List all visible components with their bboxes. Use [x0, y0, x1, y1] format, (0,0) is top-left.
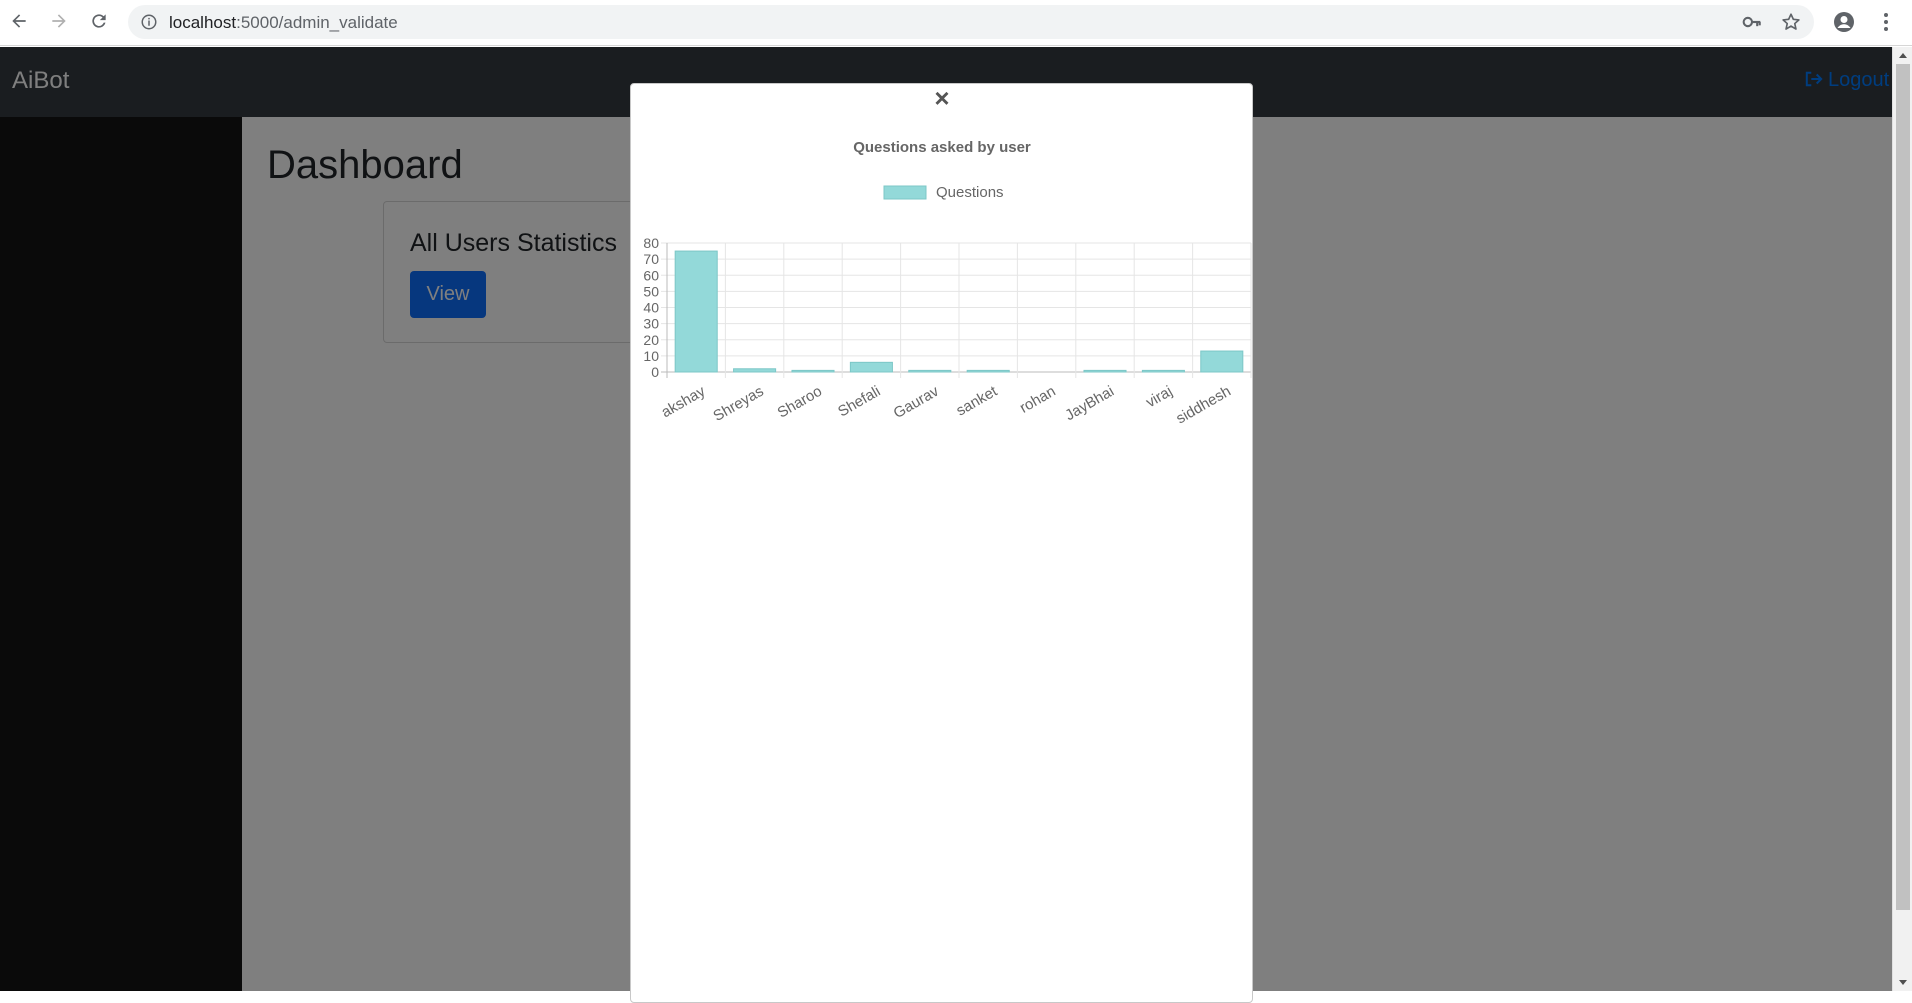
kebab-menu-icon[interactable]: [1874, 10, 1898, 34]
bar: [1083, 369, 1127, 373]
legend-label: Questions: [936, 184, 1004, 201]
y-tick-label: 0: [651, 364, 659, 380]
browser-toolbar: localhost:5000/admin_validate: [0, 0, 1912, 46]
x-tick-label: JayBhai: [1062, 383, 1117, 424]
y-tick-label: 70: [643, 251, 659, 267]
profile-icon[interactable]: [1832, 10, 1856, 34]
y-tick-label: 20: [643, 332, 659, 348]
close-button[interactable]: ×: [931, 85, 953, 111]
x-tick-label: Gaurav: [891, 382, 943, 422]
bar-chart: Questions asked by user Questions 01020304…: [643, 139, 1252, 427]
url-host: localhost: [169, 13, 237, 32]
scroll-down-icon[interactable]: [1898, 979, 1908, 987]
y-tick-label: 60: [643, 267, 659, 283]
chart-title: Questions asked by user: [853, 139, 1031, 156]
url-path: :5000/admin_validate: [236, 13, 398, 32]
address-bar[interactable]: localhost:5000/admin_validate: [128, 5, 1814, 39]
bar: [966, 369, 1010, 373]
legend-swatch: [883, 185, 927, 200]
arrow-left-icon: [12, 14, 26, 28]
bar: [849, 361, 893, 373]
y-tick-label: 10: [643, 348, 659, 364]
x-tick-label: siddhesh: [1173, 383, 1234, 424]
bar: [733, 368, 777, 373]
y-tick-label: 80: [643, 235, 659, 251]
arrow-right-icon: [52, 14, 66, 28]
y-tick-label: 50: [643, 283, 659, 299]
scrollbar-thumb[interactable]: [1896, 64, 1910, 910]
key-icon[interactable]: [1742, 13, 1762, 31]
chart-container: Questions asked by user Questions 0 10 20 30 4…: [631, 84, 1254, 427]
info-icon[interactable]: [140, 13, 158, 31]
reload-icon: [92, 14, 106, 28]
page: AiBot Logout Dashboard All Users Statist…: [0, 47, 1912, 1003]
reload-button[interactable]: [87, 9, 111, 33]
x-tick-label: akshay: [659, 382, 709, 421]
url-text: localhost:5000/admin_validate: [169, 13, 398, 33]
back-button[interactable]: [7, 9, 31, 33]
forward-button[interactable]: [47, 9, 71, 33]
bar: [1200, 350, 1244, 373]
x-tick-label: viraj: [1143, 383, 1175, 411]
bar: [791, 369, 835, 373]
bar: [674, 250, 718, 373]
x-tick-label: sanket: [953, 382, 1000, 419]
y-tick-label: 40: [643, 300, 659, 316]
x-tick-label: rohan: [1017, 383, 1059, 417]
star-icon[interactable]: [1780, 11, 1802, 33]
bar: [1141, 369, 1185, 373]
x-tick-label: Shefali: [835, 383, 883, 421]
x-tick-label: Shreyas: [710, 383, 766, 424]
bar: [908, 369, 952, 373]
x-tick-label: Sharoo: [775, 383, 825, 422]
page-scrollbar[interactable]: [1892, 47, 1912, 991]
scroll-up-icon[interactable]: [1898, 51, 1908, 59]
y-tick-label: 30: [643, 316, 659, 332]
chart-modal: Questions asked by user Questions 0 10 20 30 4…: [630, 83, 1253, 1003]
